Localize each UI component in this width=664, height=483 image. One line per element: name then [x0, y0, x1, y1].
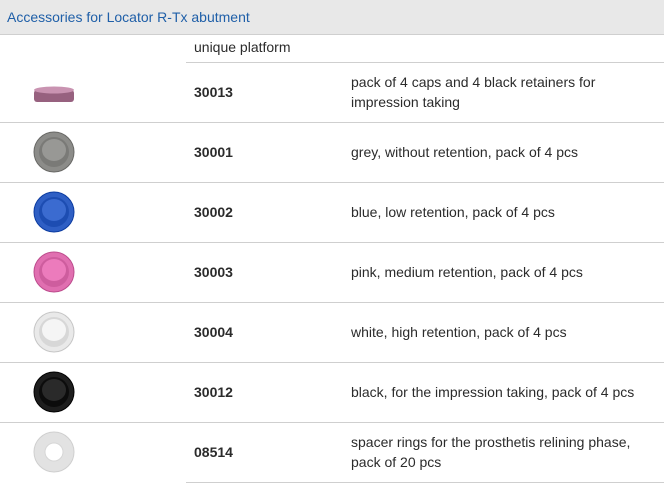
spacer-ring-image [31, 430, 77, 474]
item-description: pack of 4 caps and 4 black retainers for… [351, 74, 596, 110]
item-description: black, for the impression taking, pack o… [351, 384, 635, 400]
article-number: 08514 [194, 444, 233, 460]
section-header: Accessories for Locator R-Tx abutment [0, 0, 664, 35]
item-description: pink, medium retention, pack of 4 pcs [351, 264, 583, 280]
item-description: white, high retention, pack of 4 pcs [351, 324, 567, 340]
accessory-row: 30004 white, high retention, pack of 4 pc… [0, 302, 664, 362]
article-number: 30012 [194, 384, 233, 400]
platform-column-label: unique platform [194, 39, 291, 55]
retention-insert-image [31, 130, 77, 174]
article-number: 30001 [194, 144, 233, 160]
accessory-row: 30003 pink, medium retention, pack of 4 p… [0, 242, 664, 302]
article-number: 30002 [194, 204, 233, 220]
accessory-row: 30002 blue, low retention, pack of 4 pcs [0, 182, 664, 242]
article-number: 30003 [194, 264, 233, 280]
accessory-row: 30013 pack of 4 caps and 4 black retainer… [0, 62, 664, 122]
article-number: 30013 [194, 84, 233, 100]
retention-insert-image [31, 250, 77, 294]
retention-insert-image [31, 190, 77, 234]
retention-insert-image [31, 370, 77, 414]
impression-cap-image [31, 70, 77, 114]
item-description: spacer rings for the prosthetis relining… [351, 434, 631, 470]
item-description: grey, without retention, pack of 4 pcs [351, 144, 578, 160]
article-number: 30004 [194, 324, 233, 340]
accessory-row: 08514 spacer rings for the prosthetis rel… [0, 422, 664, 482]
accessory-list: 30013 pack of 4 caps and 4 black retainer… [0, 62, 664, 482]
item-description: blue, low retention, pack of 4 pcs [351, 204, 555, 220]
section-title: Accessories for Locator R-Tx abutment [7, 9, 250, 25]
accessory-row: 30012 black, for the impression taking, p… [0, 362, 664, 422]
accessory-row: 30001 grey, without retention, pack of 4 … [0, 122, 664, 182]
retention-insert-image [31, 310, 77, 354]
